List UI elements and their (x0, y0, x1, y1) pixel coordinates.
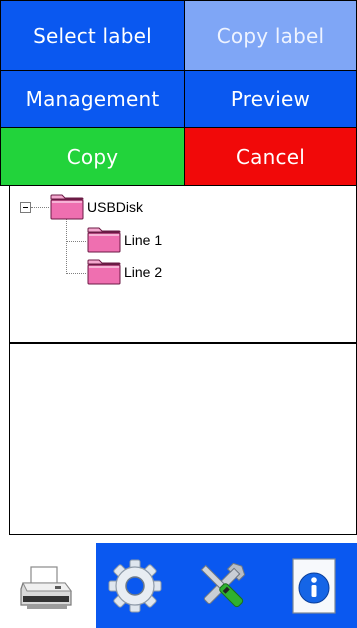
gear-icon (108, 559, 162, 612)
select-label-button[interactable]: Select label (0, 0, 185, 71)
copy-button[interactable]: Copy (0, 127, 185, 186)
tools-tab[interactable] (174, 543, 270, 628)
info-icon (291, 557, 336, 614)
collapse-toggle-icon[interactable] (20, 202, 31, 213)
tools-icon (200, 562, 246, 607)
settings-tab[interactable] (96, 543, 174, 628)
management-button[interactable]: Management (0, 70, 185, 128)
tree-node-label: Line 1 (124, 232, 163, 248)
preview-button[interactable]: Preview (184, 70, 357, 128)
select-label-button-text: Select label (33, 23, 152, 48)
tree-connector (31, 207, 49, 208)
info-tab[interactable] (270, 543, 357, 628)
preview-button-text: Preview (230, 87, 311, 111)
folder-icon (50, 194, 84, 220)
folder-tree-panel[interactable]: USBDisk Line 1 Line 2 (9, 185, 357, 343)
copy-label-button-text: Copy label (216, 23, 325, 48)
tree-node-line-2[interactable]: Line 2 (87, 259, 162, 285)
tree-node-line-1[interactable]: Line 1 (87, 227, 162, 253)
printer-icon (20, 565, 72, 609)
tree-node-label: Line 2 (124, 264, 163, 280)
bottom-toolbar (0, 543, 357, 628)
copy-button-text: Copy (66, 144, 119, 169)
cancel-button[interactable]: Cancel (184, 127, 357, 186)
tree-connector (66, 241, 86, 242)
folder-icon (87, 227, 121, 253)
folder-icon (87, 259, 121, 285)
cancel-button-text: Cancel (236, 144, 305, 169)
print-tab[interactable] (0, 543, 96, 628)
tree-node-label: USBDisk (87, 199, 144, 215)
tree-connector (66, 216, 67, 274)
tree-connector (66, 273, 86, 274)
management-button-text: Management (25, 87, 160, 111)
copy-label-button[interactable]: Copy label (184, 0, 357, 71)
label-list-panel[interactable] (9, 342, 357, 535)
tree-node-usbdisk[interactable]: USBDisk (50, 194, 143, 220)
